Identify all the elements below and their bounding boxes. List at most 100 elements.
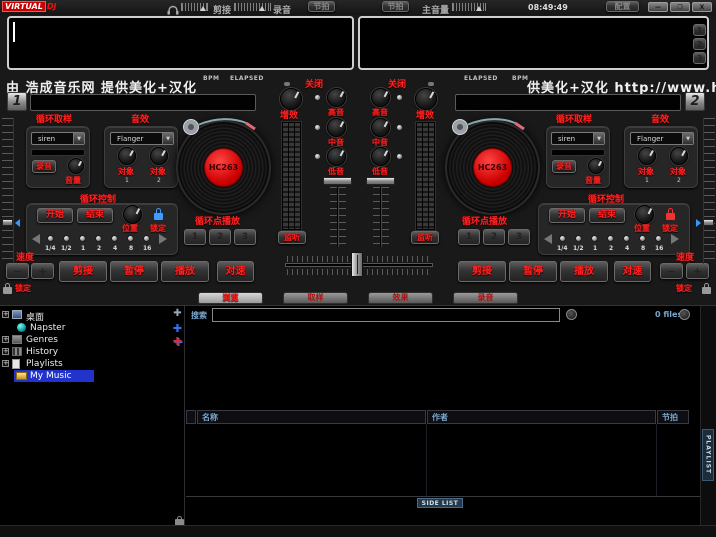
- deck1-effect-select[interactable]: Flanger ▼: [110, 132, 174, 145]
- chevron-down-icon[interactable]: ▼: [162, 133, 173, 144]
- expander-icon[interactable]: +: [2, 360, 9, 367]
- eq-high-knob-ch1[interactable]: [327, 88, 346, 107]
- chevron-down-icon[interactable]: ▼: [73, 133, 84, 144]
- beat-button-right[interactable]: 节拍: [382, 1, 409, 12]
- deck1-cue-button[interactable]: 剪接: [59, 261, 107, 282]
- tab-record[interactable]: 录音: [453, 292, 518, 304]
- monitor-button-left[interactable]: 监听: [278, 231, 306, 244]
- chevron-down-icon[interactable]: ▼: [593, 133, 604, 144]
- eq-mid-knob-ch1[interactable]: [327, 118, 346, 137]
- mixer-gain-knob-right[interactable]: [415, 88, 437, 110]
- deck2-loop-start-button[interactable]: 开始: [549, 208, 585, 223]
- kill-button-ch1-low[interactable]: [314, 153, 321, 160]
- deck2-sync-button[interactable]: 对速: [614, 261, 651, 282]
- deck1-fx-param1-knob[interactable]: [118, 147, 136, 165]
- panel-button-3[interactable]: 3: [693, 52, 706, 64]
- slider-handle[interactable]: [259, 6, 265, 11]
- sidebar-action-icon-1[interactable]: ✚: [172, 308, 183, 319]
- deck2-pause-button[interactable]: 暂停: [509, 261, 557, 282]
- deck2-cue-button[interactable]: 剪接: [458, 261, 506, 282]
- deck1-loop-double-icon[interactable]: [159, 234, 167, 244]
- deck1-loop-start-button[interactable]: 开始: [37, 208, 73, 223]
- channel-fader-ch1[interactable]: [323, 177, 352, 185]
- deck2-play-button[interactable]: 播放: [560, 261, 608, 282]
- tab-effects[interactable]: 效果: [368, 292, 433, 304]
- restore-button[interactable]: ❐: [670, 2, 690, 12]
- kill-button-ch1-high[interactable]: [314, 94, 321, 101]
- deck2-sample-volume-knob[interactable]: [588, 158, 604, 174]
- deck1-loop-half-icon[interactable]: [32, 234, 40, 244]
- deck1-sample-record-button[interactable]: 录音: [32, 160, 56, 173]
- deck1-cue1-button[interactable]: 1: [184, 229, 206, 245]
- deck1-loop-lock-icon[interactable]: [154, 208, 163, 220]
- waveform-display-right[interactable]: 1 2 3: [358, 16, 709, 70]
- kill-button-ch2-mid[interactable]: [396, 124, 403, 131]
- search-options-icon[interactable]: [566, 309, 577, 320]
- sidebar-action-icon-3[interactable]: ✚: [172, 336, 183, 347]
- deck2-fx-param2-knob[interactable]: [670, 147, 688, 165]
- close-button[interactable]: X: [692, 2, 712, 12]
- waveform-display-left[interactable]: [7, 16, 354, 70]
- kill-button-ch1-mid[interactable]: [314, 124, 321, 131]
- expander-icon[interactable]: +: [2, 348, 9, 355]
- deck1-speed-lock-icon[interactable]: [3, 283, 12, 294]
- deck2-loop-end-button[interactable]: 结束: [589, 208, 625, 223]
- column-header-bpm[interactable]: 节拍: [657, 410, 689, 424]
- kill-button-ch2-low[interactable]: [396, 153, 403, 160]
- deck2-sample-select[interactable]: siren ▼: [551, 132, 605, 145]
- playlist-tab[interactable]: PLAYLIST: [702, 429, 714, 481]
- deck2-loop-lock-icon[interactable]: [666, 208, 675, 220]
- refresh-icon[interactable]: [679, 309, 690, 320]
- deck1-sample-volume-knob[interactable]: [68, 158, 84, 174]
- slider-handle[interactable]: [476, 6, 482, 11]
- sidebar-action-icon-2[interactable]: ✚: [172, 323, 183, 334]
- deck2-loop-half-icon[interactable]: [544, 234, 552, 244]
- deck1-loop-end-button[interactable]: 结束: [77, 208, 113, 223]
- deck1-play-button[interactable]: 播放: [161, 261, 209, 282]
- deck1-pitch-handle[interactable]: [2, 219, 13, 226]
- deck1-cue3-button[interactable]: 3: [234, 229, 256, 245]
- deck1-fx-param2-knob[interactable]: [150, 147, 168, 165]
- headphone-volume-slider[interactable]: [181, 3, 208, 11]
- kill-button-ch2-high[interactable]: [396, 94, 403, 101]
- chevron-down-icon[interactable]: ▼: [682, 133, 693, 144]
- eq-low-knob-ch2[interactable]: [371, 147, 390, 166]
- master-volume-slider[interactable]: [452, 3, 486, 11]
- deck2-cue2-button[interactable]: 2: [483, 229, 505, 245]
- deck1-sample-select[interactable]: siren ▼: [31, 132, 85, 145]
- cut-slider[interactable]: [234, 3, 271, 11]
- deck2-loop-double-icon[interactable]: [671, 234, 679, 244]
- tree-item-desktop[interactable]: + 桌面: [0, 309, 168, 321]
- expander-icon[interactable]: +: [2, 336, 9, 343]
- expander-icon[interactable]: +: [2, 311, 9, 318]
- eq-high-knob-ch2[interactable]: [371, 88, 390, 107]
- eq-low-knob-ch1[interactable]: [327, 147, 346, 166]
- deck2-fx-param1-knob[interactable]: [638, 147, 656, 165]
- column-header-select[interactable]: [186, 410, 196, 424]
- panel-button-1[interactable]: 1: [693, 24, 706, 36]
- config-button[interactable]: 配置: [606, 1, 639, 12]
- monitor-button-right[interactable]: 监听: [411, 231, 439, 244]
- deck2-pitch-slider[interactable]: [703, 118, 715, 264]
- deck2-cue1-button[interactable]: 1: [458, 229, 480, 245]
- deck1-tonearm[interactable]: [178, 112, 260, 140]
- deck1-speed-plus-button[interactable]: +: [31, 263, 54, 279]
- deck2-speed-minus-button[interactable]: −: [660, 263, 683, 279]
- deck1-cue2-button[interactable]: 2: [209, 229, 231, 245]
- deck2-cue3-button[interactable]: 3: [508, 229, 530, 245]
- panel-button-2[interactable]: 2: [693, 38, 706, 50]
- column-header-artist[interactable]: 作者: [427, 410, 656, 424]
- beat-button-left[interactable]: 节拍: [308, 1, 335, 12]
- deck2-effect-select[interactable]: Flanger ▼: [630, 132, 694, 145]
- crossfader-handle[interactable]: [351, 252, 363, 277]
- search-input[interactable]: [212, 308, 560, 322]
- deck1-sync-button[interactable]: 对速: [217, 261, 254, 282]
- tab-sampler[interactable]: 取样: [283, 292, 348, 304]
- mixer-gain-knob-left[interactable]: [280, 88, 302, 110]
- deck1-speed-minus-button[interactable]: −: [6, 263, 29, 279]
- deck1-loop-position-knob[interactable]: [123, 205, 142, 224]
- deck1-pause-button[interactable]: 暂停: [110, 261, 158, 282]
- channel-fader-ch2[interactable]: [366, 177, 395, 185]
- deck2-sample-record-button[interactable]: 录音: [552, 160, 576, 173]
- slider-handle[interactable]: [200, 6, 206, 11]
